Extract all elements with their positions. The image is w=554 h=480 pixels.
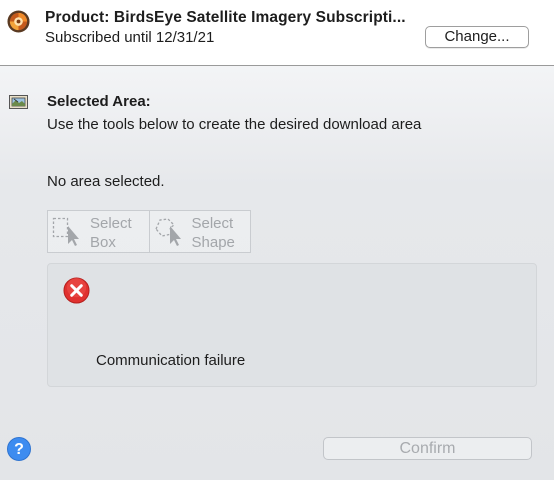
- area-map-icon: [9, 95, 28, 109]
- select-shape-label-line2: Shape: [191, 234, 235, 251]
- select-shape-button[interactable]: Select Shape: [148, 211, 251, 252]
- help-icon: ?: [14, 441, 24, 458]
- confirm-button[interactable]: Confirm: [323, 437, 532, 460]
- error-icon: [63, 277, 90, 304]
- selection-panel: Selected Area: Use the tools below to cr…: [0, 66, 554, 480]
- product-header: Product: BirdsEye Satellite Imagery Subs…: [0, 0, 554, 66]
- select-shape-icon: [154, 218, 181, 246]
- select-box-button[interactable]: Select Box: [48, 211, 149, 252]
- selection-status: No area selected.: [47, 173, 165, 190]
- product-title: Product: BirdsEye Satellite Imagery Subs…: [45, 9, 406, 26]
- error-message: Communication failure: [96, 352, 246, 369]
- select-box-icon: [52, 217, 79, 246]
- select-box-label-line2: Box: [90, 234, 116, 251]
- help-button[interactable]: ?: [7, 437, 31, 461]
- change-button[interactable]: Change...: [425, 26, 529, 48]
- selected-area-description: Use the tools below to create the desire…: [47, 116, 422, 133]
- select-shape-label-line1: Select: [191, 215, 234, 232]
- message-box: Communication failure: [47, 263, 537, 387]
- subscription-status: Subscribed until 12/31/21: [45, 29, 215, 46]
- selection-tools: Select Box Select Shape: [47, 210, 251, 253]
- select-box-label-line1: Select: [90, 215, 132, 232]
- selected-area-title: Selected Area:: [47, 93, 151, 110]
- product-logo-icon: [7, 10, 30, 33]
